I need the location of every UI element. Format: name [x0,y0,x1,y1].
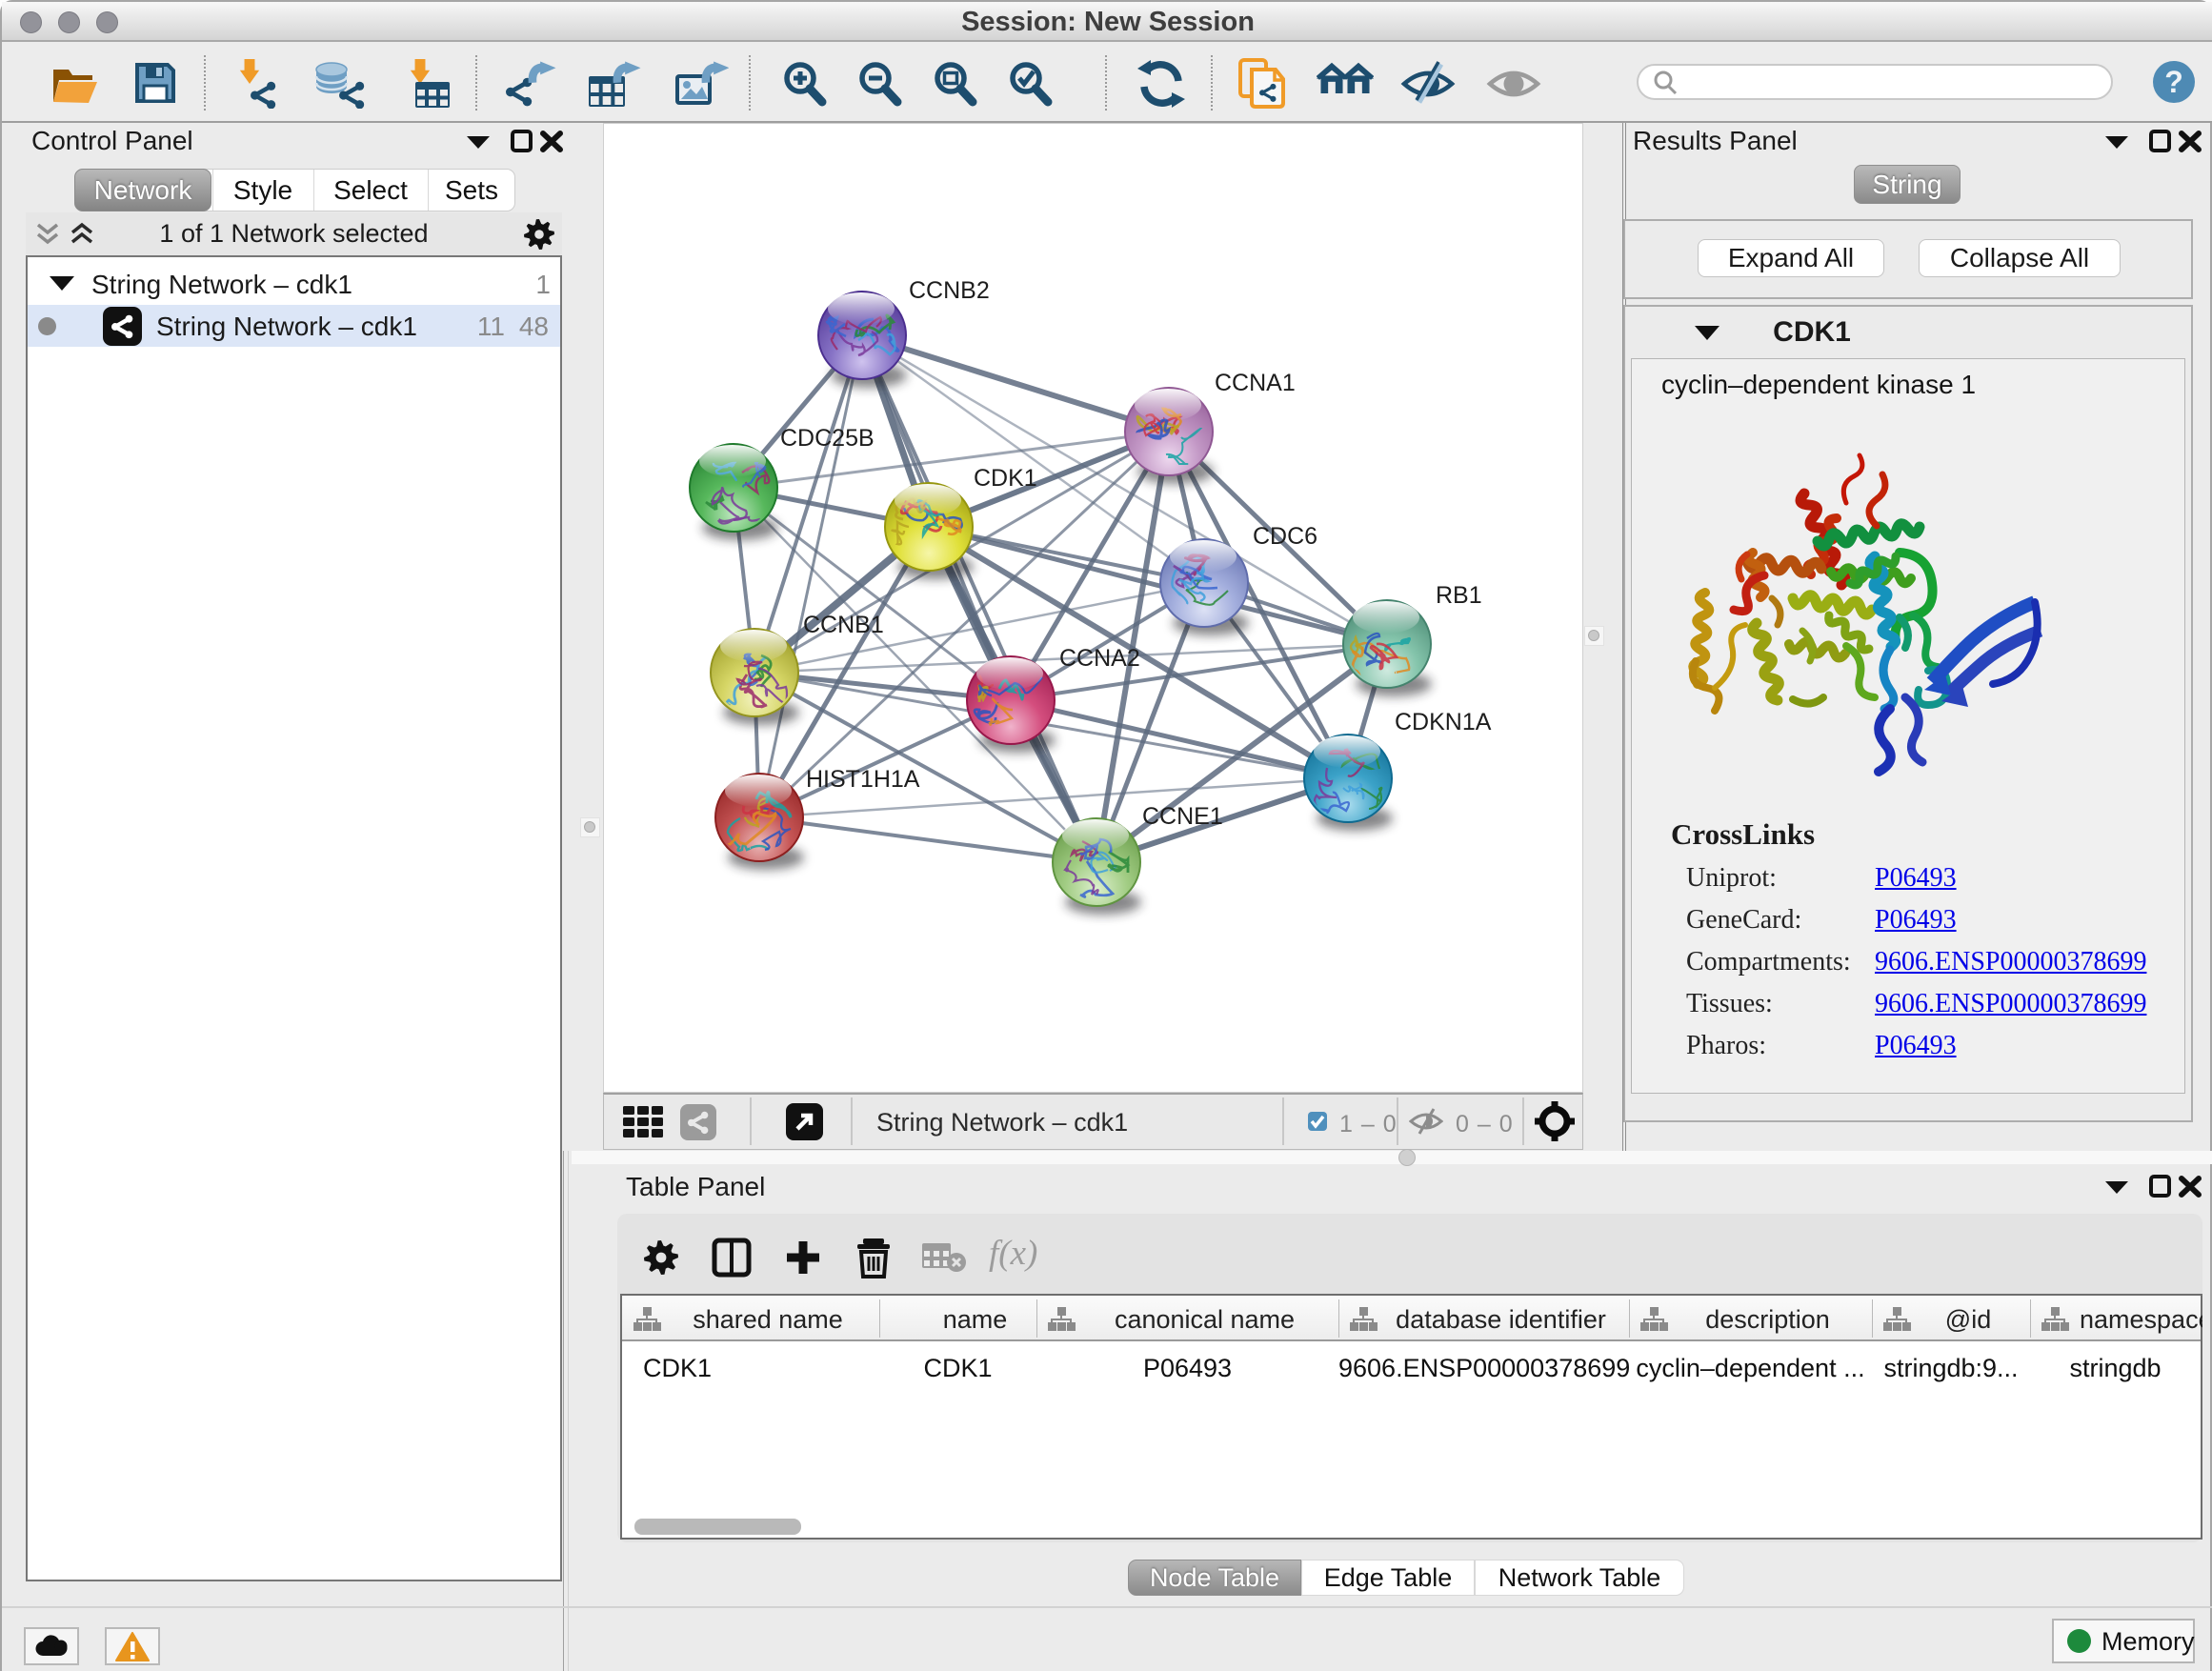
svg-text:CCNA1: CCNA1 [1215,370,1296,396]
svg-text:CDKN1A: CDKN1A [1395,709,1492,735]
svg-text:HIST1H1A: HIST1H1A [806,766,920,793]
svg-text:CCNB2: CCNB2 [909,277,990,304]
svg-text:?: ? [2164,65,2183,99]
svg-text:CDK1: CDK1 [974,465,1037,492]
svg-text:CCNA2: CCNA2 [1059,645,1140,672]
svg-text:CDC25B: CDC25B [780,425,875,452]
svg-text:CDC6: CDC6 [1253,523,1317,550]
svg-text:RB1: RB1 [1436,582,1482,609]
svg-text:CCNB1: CCNB1 [803,612,884,638]
svg-text:CCNE1: CCNE1 [1142,803,1223,830]
